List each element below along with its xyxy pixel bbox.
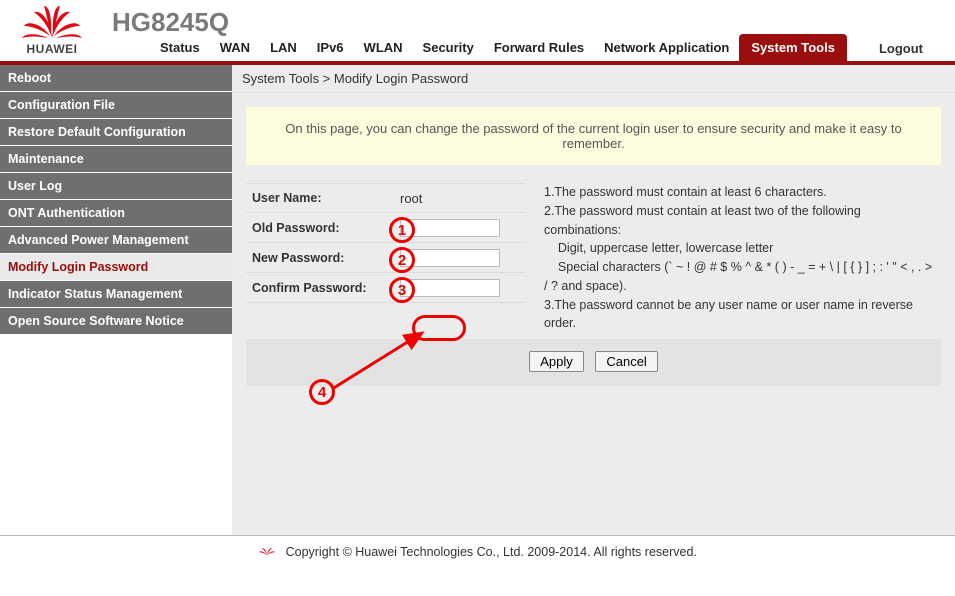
username-value: root bbox=[400, 191, 526, 206]
tab-wlan[interactable]: WLAN bbox=[354, 34, 413, 61]
footer: Copyright © Huawei Technologies Co., Ltd… bbox=[0, 535, 955, 569]
content-panel: System Tools > Modify Login Password On … bbox=[232, 65, 955, 535]
sidebar: Reboot Configuration File Restore Defaul… bbox=[0, 65, 232, 535]
sidebar-item-restore-default[interactable]: Restore Default Configuration bbox=[0, 119, 232, 146]
sidebar-item-maintenance[interactable]: Maintenance bbox=[0, 146, 232, 173]
old-password-input[interactable] bbox=[400, 219, 500, 237]
new-password-input[interactable] bbox=[400, 249, 500, 267]
tab-system-tools[interactable]: System Tools bbox=[739, 34, 847, 61]
huawei-logo-small-icon bbox=[258, 544, 276, 561]
info-banner: On this page, you can change the passwor… bbox=[246, 107, 941, 165]
footer-text: Copyright © Huawei Technologies Co., Ltd… bbox=[286, 545, 697, 559]
password-form: User Name: root Old Password: New Passwo… bbox=[246, 183, 941, 333]
tab-status[interactable]: Status bbox=[150, 34, 210, 61]
breadcrumb: System Tools > Modify Login Password bbox=[232, 65, 955, 93]
main-area: Reboot Configuration File Restore Defaul… bbox=[0, 65, 955, 535]
huawei-logo-icon bbox=[20, 4, 84, 40]
sidebar-item-indicator-status[interactable]: Indicator Status Management bbox=[0, 281, 232, 308]
button-row: Apply Cancel bbox=[246, 339, 941, 386]
main-tabs: Status WAN LAN IPv6 WLAN Security Forwar… bbox=[150, 34, 955, 61]
logout-link[interactable]: Logout bbox=[879, 33, 935, 56]
tab-lan[interactable]: LAN bbox=[260, 34, 307, 61]
sidebar-item-open-source-notice[interactable]: Open Source Software Notice bbox=[0, 308, 232, 335]
password-rules: 1.The password must contain at least 6 c… bbox=[526, 183, 941, 333]
tab-wan[interactable]: WAN bbox=[210, 34, 260, 61]
username-label: User Name: bbox=[246, 191, 400, 205]
sidebar-item-user-log[interactable]: User Log bbox=[0, 173, 232, 200]
old-password-label: Old Password: bbox=[246, 221, 400, 235]
confirm-password-label: Confirm Password: bbox=[246, 281, 400, 295]
tab-ipv6[interactable]: IPv6 bbox=[307, 34, 354, 61]
tab-network-application[interactable]: Network Application bbox=[594, 34, 739, 61]
tab-forward-rules[interactable]: Forward Rules bbox=[484, 34, 594, 61]
confirm-password-input[interactable] bbox=[400, 279, 500, 297]
sidebar-item-advanced-power[interactable]: Advanced Power Management bbox=[0, 227, 232, 254]
cancel-button[interactable]: Cancel bbox=[595, 351, 657, 372]
sidebar-item-configuration-file[interactable]: Configuration File bbox=[0, 92, 232, 119]
sidebar-item-ont-authentication[interactable]: ONT Authentication bbox=[0, 200, 232, 227]
new-password-label: New Password: bbox=[246, 251, 400, 265]
apply-button[interactable]: Apply bbox=[529, 351, 584, 372]
brand-name: HUAWEI bbox=[20, 42, 84, 56]
sidebar-item-reboot[interactable]: Reboot bbox=[0, 65, 232, 92]
sidebar-item-modify-login-password[interactable]: Modify Login Password bbox=[0, 254, 232, 281]
tab-security[interactable]: Security bbox=[413, 34, 484, 61]
brand-logo: HUAWEI bbox=[20, 4, 84, 56]
